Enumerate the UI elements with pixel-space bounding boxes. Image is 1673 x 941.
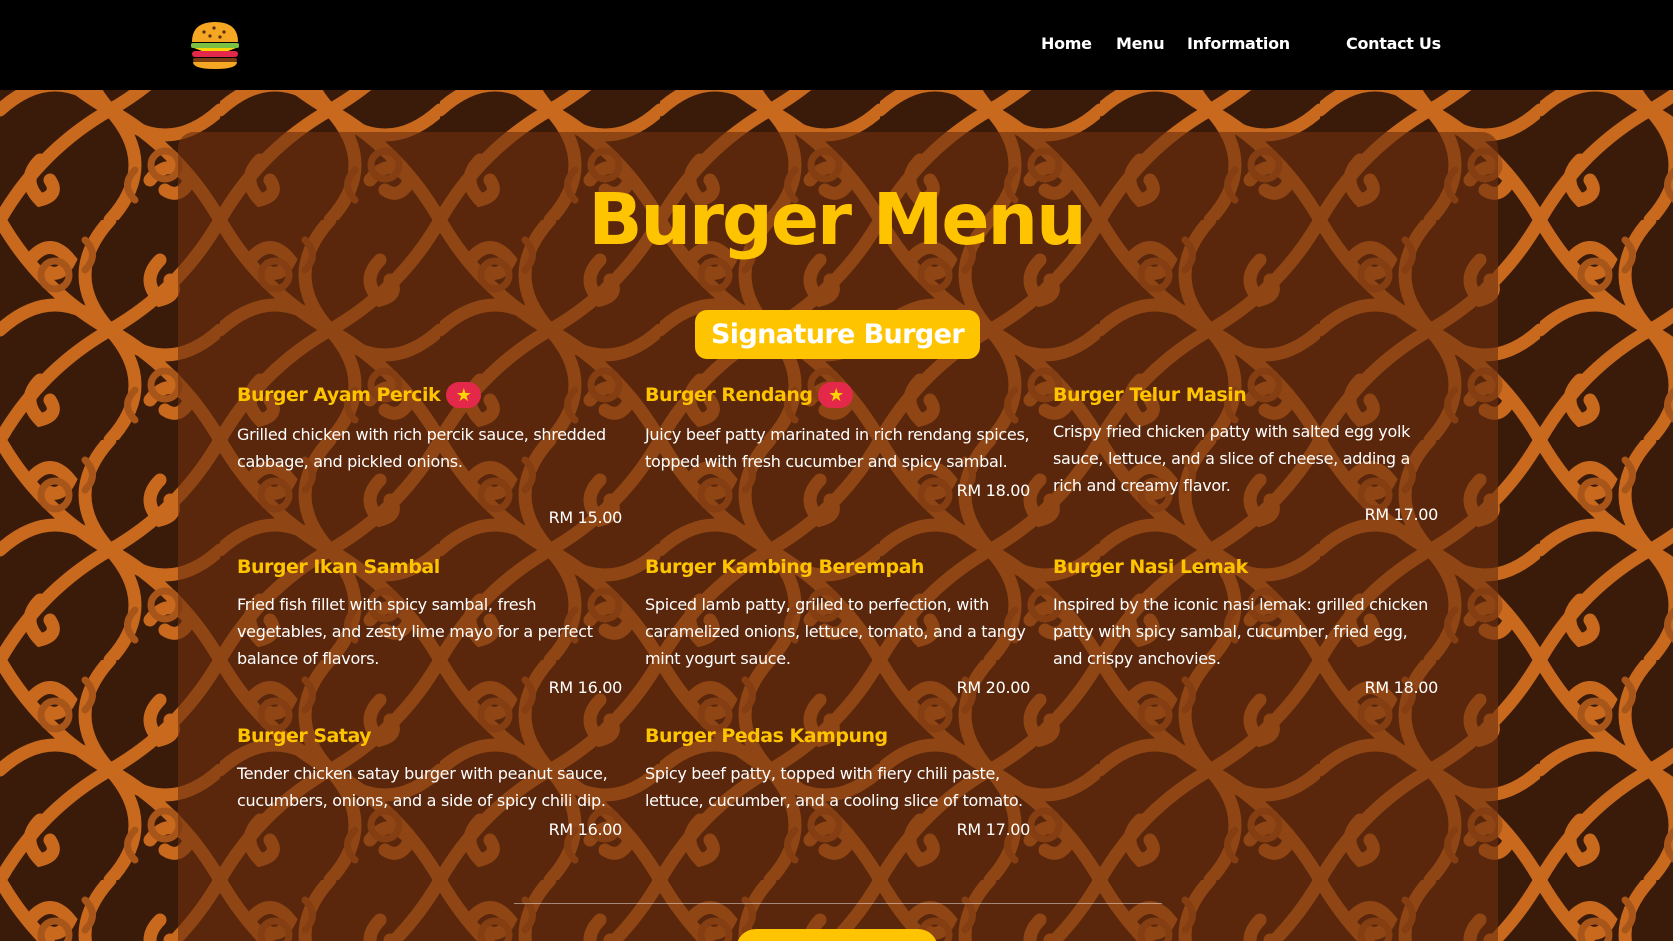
nav-home-link[interactable]: Home [1041, 34, 1092, 53]
nav-links: Home Menu Information Contact Us [0, 0, 1673, 90]
menu-item-name-row: Burger Kambing Berempah [645, 552, 1030, 582]
menu-item-description: Spicy beef patty, topped with fiery chil… [645, 764, 1023, 810]
menu-item-name-row: Burger Satay [237, 721, 622, 751]
menu-item-name: Burger Telur Masin [1053, 384, 1247, 406]
menu-item-name-row: Burger Ayam Percik ★ [237, 380, 622, 410]
menu-item-name: Burger Rendang [645, 384, 813, 406]
menu-item: Burger Ayam Percik ★ Grilled chicken wit… [237, 380, 622, 527]
star-icon: ★ [818, 382, 854, 408]
menu-item-price: RM 15.00 [548, 508, 623, 527]
menu-item: Burger Satay Tender chicken satay burger… [237, 721, 622, 839]
nav-menu-link[interactable]: Menu [1116, 34, 1165, 53]
menu-item-price: RM 18.00 [1364, 678, 1439, 697]
menu-item-price: RM 16.00 [548, 820, 623, 839]
nav-information-link[interactable]: Information [1187, 34, 1290, 53]
signature-burger-tab[interactable]: Signature Burger [695, 310, 980, 359]
menu-item: Burger Rendang ★ Juicy beef patty marina… [645, 380, 1030, 500]
menu-item: Burger Ikan Sambal Fried fish fillet wit… [237, 552, 622, 697]
menu-item-description: Spiced lamb patty, grilled to perfection… [645, 595, 1026, 668]
menu-item-description: Inspired by the iconic nasi lemak: grill… [1053, 595, 1428, 668]
menu-item: Burger Nasi Lemak Inspired by the iconic… [1053, 552, 1438, 697]
menu-item: Burger Pedas Kampung Spicy beef patty, t… [645, 721, 1030, 839]
nav-contact-link[interactable]: Contact Us [1346, 34, 1441, 53]
menu-item-price: RM 17.00 [1364, 505, 1439, 524]
menu-item-name: Burger Ikan Sambal [237, 556, 440, 578]
menu-item-price: RM 17.00 [956, 820, 1031, 839]
menu-item-description: Crispy fried chicken patty with salted e… [1053, 422, 1411, 495]
menu-item: Burger Kambing Berempah Spiced lamb patt… [645, 552, 1030, 697]
menu-item-description: Grilled chicken with rich percik sauce, … [237, 425, 606, 471]
menu-item-description: Fried fish fillet with spicy sambal, fre… [237, 595, 593, 668]
menu-item-name: Burger Kambing Berempah [645, 556, 924, 578]
menu-item-price: RM 16.00 [548, 678, 623, 697]
menu-item: Burger Telur Masin Crispy fried chicken … [1053, 380, 1438, 524]
menu-item-name-row: Burger Telur Masin [1053, 380, 1438, 410]
menu-item-price: RM 18.00 [956, 481, 1031, 500]
menu-item-name-row: Burger Nasi Lemak [1053, 552, 1438, 582]
bottom-action-button[interactable] [736, 929, 938, 941]
menu-item-name: Burger Nasi Lemak [1053, 556, 1248, 578]
menu-item-description: Juicy beef patty marinated in rich renda… [645, 425, 1030, 471]
menu-item-name-row: Burger Pedas Kampung [645, 721, 1030, 751]
top-navbar: Home Menu Information Contact Us [0, 0, 1673, 90]
section-divider [514, 903, 1162, 904]
menu-item-description: Tender chicken satay burger with peanut … [237, 764, 608, 810]
menu-item-name: Burger Pedas Kampung [645, 725, 888, 747]
page-title: Burger Menu [588, 178, 1086, 261]
menu-item-name-row: Burger Rendang ★ [645, 380, 1030, 410]
menu-item-name: Burger Satay [237, 725, 372, 747]
star-icon: ★ [446, 382, 482, 408]
menu-item-price: RM 20.00 [956, 678, 1031, 697]
menu-item-name: Burger Ayam Percik [237, 384, 441, 406]
menu-item-name-row: Burger Ikan Sambal [237, 552, 622, 582]
